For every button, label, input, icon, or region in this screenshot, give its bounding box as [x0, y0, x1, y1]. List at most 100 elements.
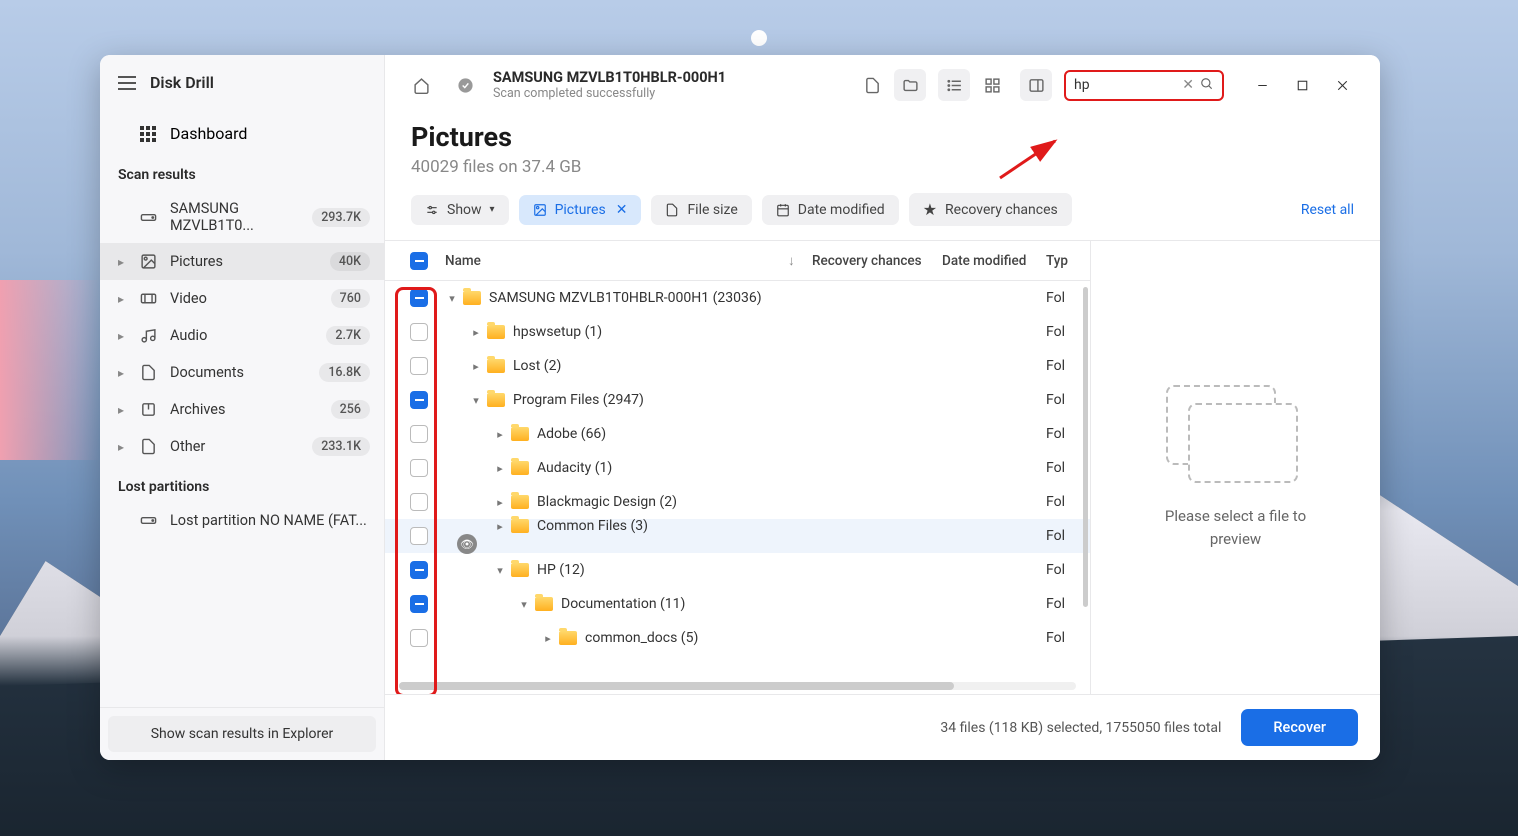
- filter-date-modified[interactable]: Date modified: [762, 195, 899, 225]
- select-all-checkbox[interactable]: [410, 252, 428, 270]
- page-subtitle: 40029 files on 37.4 GB: [411, 157, 1354, 177]
- folder-icon: [463, 291, 481, 305]
- filter-file-size[interactable]: File size: [651, 195, 751, 225]
- sidebar-item-other[interactable]: ▸Other233.1K: [100, 428, 384, 465]
- file-type: Fol: [1046, 630, 1076, 646]
- column-recovery[interactable]: Recovery chances: [812, 253, 942, 269]
- expand-toggle[interactable]: ▸: [493, 520, 507, 533]
- sidebar-item-samsung-mzvlb-t-[interactable]: ▸SAMSUNG MZVLB1T0...293.7K: [100, 191, 384, 243]
- file-name: Program Files (2947): [513, 392, 644, 408]
- file-name: Blackmagic Design (2): [537, 494, 677, 510]
- row-checkbox[interactable]: [410, 289, 428, 307]
- table-row[interactable]: ▸ common_docs (5) Fol: [385, 621, 1090, 655]
- main-panel: SAMSUNG MZVLB1T0HBLR-000H1 Scan complete…: [385, 55, 1380, 760]
- search-input[interactable]: [1074, 77, 1182, 93]
- filter-pictures-remove[interactable]: ✕: [616, 202, 628, 218]
- sidebar-item-archives[interactable]: ▸Archives256: [100, 391, 384, 428]
- file-type: Fol: [1046, 494, 1076, 510]
- sidebar-item-lost-partition[interactable]: Lost partition NO NAME (FAT...: [100, 503, 384, 538]
- row-checkbox[interactable]: [410, 629, 428, 647]
- show-in-explorer-button[interactable]: Show scan results in Explorer: [108, 716, 376, 752]
- file-type: Fol: [1046, 460, 1076, 476]
- row-checkbox[interactable]: [410, 425, 428, 443]
- sidebar-item-video[interactable]: ▸Video760: [100, 280, 384, 317]
- table-row[interactable]: ▸Audacity (1)Fol: [385, 451, 1090, 485]
- row-checkbox[interactable]: [410, 391, 428, 409]
- folder-icon: [511, 563, 529, 577]
- table-row[interactable]: ▸ Common Files (3) 👁 Fol: [385, 519, 1090, 553]
- file-type: Fol: [1046, 426, 1076, 442]
- column-name[interactable]: Name: [439, 253, 788, 269]
- expand-toggle[interactable]: ▾: [493, 564, 507, 577]
- window-maximize-button[interactable]: [1284, 69, 1320, 101]
- sidebar-item-label: Archives: [170, 401, 331, 418]
- row-checkbox[interactable]: [410, 595, 428, 613]
- file-name: Common Files (3): [537, 518, 648, 534]
- sort-indicator-icon[interactable]: ↓: [788, 253, 812, 269]
- recover-button[interactable]: Recover: [1241, 709, 1358, 746]
- count-badge: 16.8K: [319, 363, 370, 382]
- expand-toggle[interactable]: ▾: [469, 394, 483, 407]
- expand-toggle[interactable]: ▾: [517, 598, 531, 611]
- file-type: Fol: [1046, 562, 1076, 578]
- table-row[interactable]: ▸ Blackmagic Design (2) Fol: [385, 485, 1090, 519]
- window-close-button[interactable]: [1324, 69, 1360, 101]
- home-button[interactable]: [405, 69, 437, 101]
- horizontal-scrollbar[interactable]: [399, 682, 1076, 690]
- file-name: common_docs (5): [585, 630, 698, 646]
- table-row[interactable]: ▾Program Files (2947)Fol: [385, 383, 1090, 417]
- preview-eye-icon[interactable]: 👁: [457, 534, 477, 554]
- view-grid-button[interactable]: [976, 69, 1008, 101]
- preview-panel: Please select a file to preview: [1090, 241, 1380, 694]
- chevron-right-icon: ▸: [118, 440, 130, 454]
- folder-icon: [511, 427, 529, 441]
- column-date[interactable]: Date modified: [942, 253, 1046, 269]
- row-checkbox[interactable]: [410, 459, 428, 477]
- view-list-button[interactable]: [938, 69, 970, 101]
- window-minimize-button[interactable]: [1244, 69, 1280, 101]
- sidebar-item-pictures[interactable]: ▸Pictures40K: [100, 243, 384, 280]
- column-type[interactable]: Typ: [1046, 253, 1076, 269]
- table-row[interactable]: ▸Adobe (66)Fol: [385, 417, 1090, 451]
- sidebar-item-label: Pictures: [170, 253, 330, 270]
- search-icon[interactable]: [1200, 76, 1214, 95]
- vertical-scrollbar[interactable]: [1083, 287, 1088, 607]
- sidebar-item-audio[interactable]: ▸Audio2.7K: [100, 317, 384, 354]
- view-file-button[interactable]: [856, 69, 888, 101]
- sidebar-item-label: Video: [170, 290, 331, 307]
- chevron-right-icon: ▸: [118, 292, 130, 306]
- sidebar-item-documents[interactable]: ▸Documents16.8K: [100, 354, 384, 391]
- expand-toggle[interactable]: ▸: [541, 632, 555, 645]
- filter-show-dropdown[interactable]: Show▾: [411, 195, 509, 225]
- filter-recovery-chances[interactable]: ★Recovery chances: [909, 193, 1072, 226]
- view-split-button[interactable]: [1020, 69, 1052, 101]
- search-clear-button[interactable]: ✕: [1182, 77, 1194, 93]
- search-box[interactable]: ✕: [1064, 70, 1224, 101]
- table-row[interactable]: ▾HP (12)Fol: [385, 553, 1090, 587]
- sidebar-item-label: Documents: [170, 364, 319, 381]
- expand-toggle[interactable]: ▸: [493, 462, 507, 475]
- picture-icon: [138, 253, 158, 270]
- nav-dashboard[interactable]: Dashboard: [100, 114, 384, 153]
- row-checkbox[interactable]: [410, 357, 428, 375]
- expand-toggle[interactable]: ▸: [469, 360, 483, 373]
- sidebar: Disk Drill Dashboard Scan results ▸SAMSU…: [100, 55, 385, 760]
- file-type: Fol: [1046, 528, 1076, 544]
- view-folder-button[interactable]: [894, 69, 926, 101]
- table-row[interactable]: ▾Documentation (11)Fol: [385, 587, 1090, 621]
- expand-toggle[interactable]: ▸: [493, 496, 507, 509]
- row-checkbox[interactable]: [410, 527, 428, 545]
- table-row[interactable]: ▸Lost (2)Fol: [385, 349, 1090, 383]
- expand-toggle[interactable]: ▸: [493, 428, 507, 441]
- dashboard-label: Dashboard: [170, 124, 247, 143]
- expand-toggle[interactable]: ▾: [445, 292, 459, 305]
- row-checkbox[interactable]: [410, 323, 428, 341]
- table-row[interactable]: ▾SAMSUNG MZVLB1T0HBLR-000H1 (23036)Fol: [385, 281, 1090, 315]
- table-row[interactable]: ▸hpswsetup (1)Fol: [385, 315, 1090, 349]
- hamburger-menu[interactable]: [118, 76, 136, 90]
- reset-all-link[interactable]: Reset all: [1301, 202, 1354, 218]
- row-checkbox[interactable]: [410, 493, 428, 511]
- row-checkbox[interactable]: [410, 561, 428, 579]
- expand-toggle[interactable]: ▸: [469, 326, 483, 339]
- filter-pictures-chip[interactable]: Pictures✕: [519, 195, 642, 225]
